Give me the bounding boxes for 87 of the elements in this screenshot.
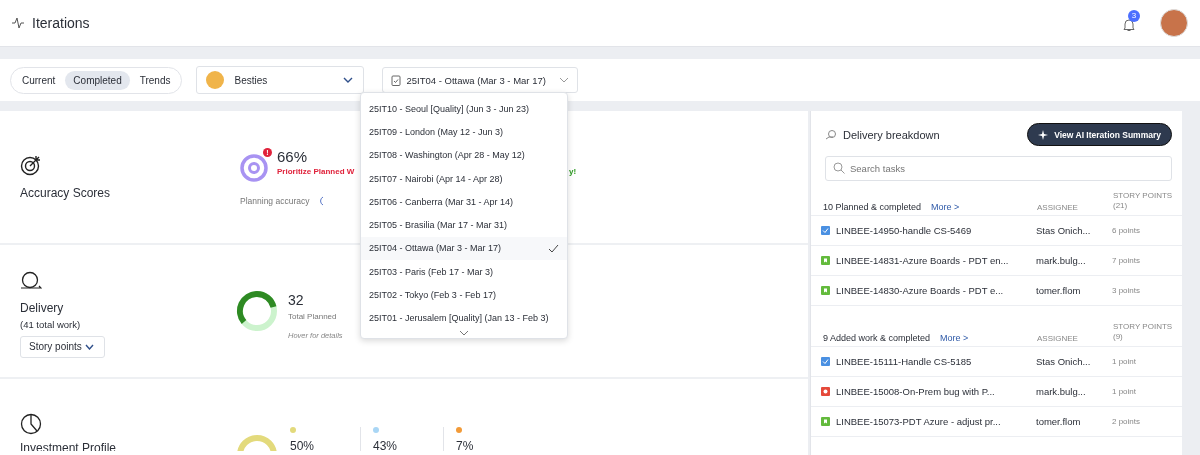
avatar[interactable]: [1160, 9, 1188, 37]
task-name[interactable]: LINBEE-15008-On-Prem bug with P...: [836, 385, 995, 397]
group-title: 9 Added work & completed: [823, 332, 931, 343]
accuracy-value: 66%: [277, 148, 308, 165]
chevron-down-icon: [84, 343, 94, 350]
iteration-option[interactable]: 25IT01 - Jerusalem [Quality] (Jan 13 - Feb 3): [361, 306, 567, 330]
iteration-option[interactable]: 25IT08 - Washington (Apr 28 - May 12): [361, 143, 567, 167]
story-points: 1 point: [1112, 356, 1137, 366]
iteration-option[interactable]: 25IT05 - Brasilia (Mar 17 - Mar 31): [361, 213, 567, 237]
pie-chart-icon: [20, 413, 42, 435]
sparkle-icon: [1038, 129, 1049, 140]
clipboard-check-icon: [391, 74, 402, 86]
panel-title: Delivery breakdown: [843, 128, 940, 141]
chevron-down-icon: [343, 77, 354, 83]
task-name[interactable]: LINBEE-14830-Azure Boards - PDT e...: [836, 284, 1004, 296]
more-link[interactable]: More >: [940, 332, 969, 343]
delivery-label: Total Planned: [288, 312, 337, 321]
story-points: 7 points: [1112, 255, 1141, 265]
checkmark-icon: [548, 243, 559, 253]
story-points: 2 points: [1112, 416, 1141, 426]
iteration-option[interactable]: 25IT03 - Paris (Feb 17 - Mar 3): [361, 260, 567, 284]
loop-icon: [20, 270, 42, 291]
team-dropdown[interactable]: Besties: [196, 66, 365, 94]
legend-value: 7%: [456, 439, 474, 451]
assignee: mark.bulg...: [1036, 385, 1087, 397]
target-icon: [240, 154, 268, 182]
assignee: tomer.flom: [1036, 415, 1082, 427]
iteration-option[interactable]: 25IT06 - Canberra (Mar 31 - Apr 14): [361, 190, 567, 214]
bookmark-icon: [821, 285, 830, 295]
pulse-icon: [12, 17, 24, 29]
checkbox-icon: [821, 225, 830, 235]
view-tab[interactable]: Completed: [65, 70, 130, 90]
legend-value: 50%: [290, 439, 315, 451]
iteration-option[interactable]: 25IT04 - Ottawa (Mar 3 - Mar 17): [361, 236, 567, 261]
iteration-value: 25IT04 - Ottawa (Mar 3 - Mar 17): [406, 74, 546, 86]
column-header: ASSIGNEE: [1037, 202, 1079, 212]
iteration-option[interactable]: 25IT02 - Tokyo (Feb 3 - Feb 17): [361, 283, 567, 307]
search-field[interactable]: Search tasks: [825, 156, 1172, 181]
search-icon: [833, 162, 845, 174]
story-points: 6 points: [1112, 225, 1141, 235]
success-message: y!: [569, 167, 577, 176]
delivery-donut-chart: [236, 290, 278, 332]
section-subtitle: (41 total work): [20, 318, 82, 330]
view-tab[interactable]: Trends: [131, 70, 179, 90]
assignee: mark.bulg...: [1036, 254, 1087, 266]
assignee: Stas Onich...: [1036, 224, 1092, 236]
page-title: Iterations: [32, 15, 90, 31]
caption: Planning accuracy: [240, 196, 310, 206]
bell-icon: [1122, 18, 1136, 32]
chevron-down-icon: [459, 329, 469, 336]
column-header: STORY POINTS: [1113, 191, 1173, 202]
target-icon: [20, 154, 42, 176]
assignee: Stas Onich...: [1036, 355, 1092, 367]
section-title: Accuracy Scores: [20, 186, 112, 200]
iteration-option[interactable]: 25IT10 - Seoul [Quality] (Jun 3 - Jun 23): [361, 97, 567, 121]
checkbox-icon: [821, 356, 830, 366]
bookmark-icon: [821, 416, 830, 426]
more-link[interactable]: More >: [931, 201, 960, 212]
team-avatar: [206, 71, 225, 89]
task-name[interactable]: LINBEE-14831-Azure Boards - PDT en...: [836, 254, 1009, 266]
bug-icon: [821, 386, 830, 396]
unit-value: Story points: [29, 341, 82, 352]
ai-summary-button[interactable]: View AI Iteration Summary: [1027, 123, 1172, 146]
iteration-option[interactable]: 25IT09 - London (May 12 - Jun 3): [361, 120, 567, 144]
warning-message: Prioritize Planned W: [277, 167, 356, 176]
unit-dropdown[interactable]: Story points: [20, 335, 105, 358]
iteration-option[interactable]: 25IT07 - Nairobi (Apr 14 - Apr 28): [361, 166, 567, 191]
points-total: (9): [1113, 332, 1123, 343]
iteration-dropdown[interactable]: 25IT04 - Ottawa (Mar 3 - Mar 17): [382, 67, 578, 93]
legend-value: 43%: [373, 439, 398, 451]
task-name[interactable]: LINBEE-14950-handle CS-5469: [836, 224, 972, 236]
view-tab[interactable]: Current: [14, 70, 64, 90]
assignee: tomer.flom: [1036, 284, 1082, 296]
section-title: Delivery: [20, 300, 65, 315]
notification-badge: 3: [1128, 10, 1140, 22]
bookmark-icon: [821, 255, 830, 265]
column-header: STORY POINTS: [1113, 321, 1173, 333]
points-total: (21): [1113, 201, 1128, 212]
story-points: 1 point: [1112, 386, 1137, 396]
chevron-down-icon: [558, 77, 569, 83]
story-points: 3 points: [1112, 285, 1141, 295]
task-name[interactable]: LINBEE-15073-PDT Azure - adjust pr...: [836, 415, 1001, 427]
delivery-value: 32: [288, 292, 304, 308]
column-header: ASSIGNEE: [1037, 333, 1079, 343]
team-name: Besties: [234, 74, 269, 86]
task-name[interactable]: LINBEE-15111-Handle CS-5185: [836, 355, 972, 367]
group-title: 10 Planned & completed: [823, 201, 922, 212]
